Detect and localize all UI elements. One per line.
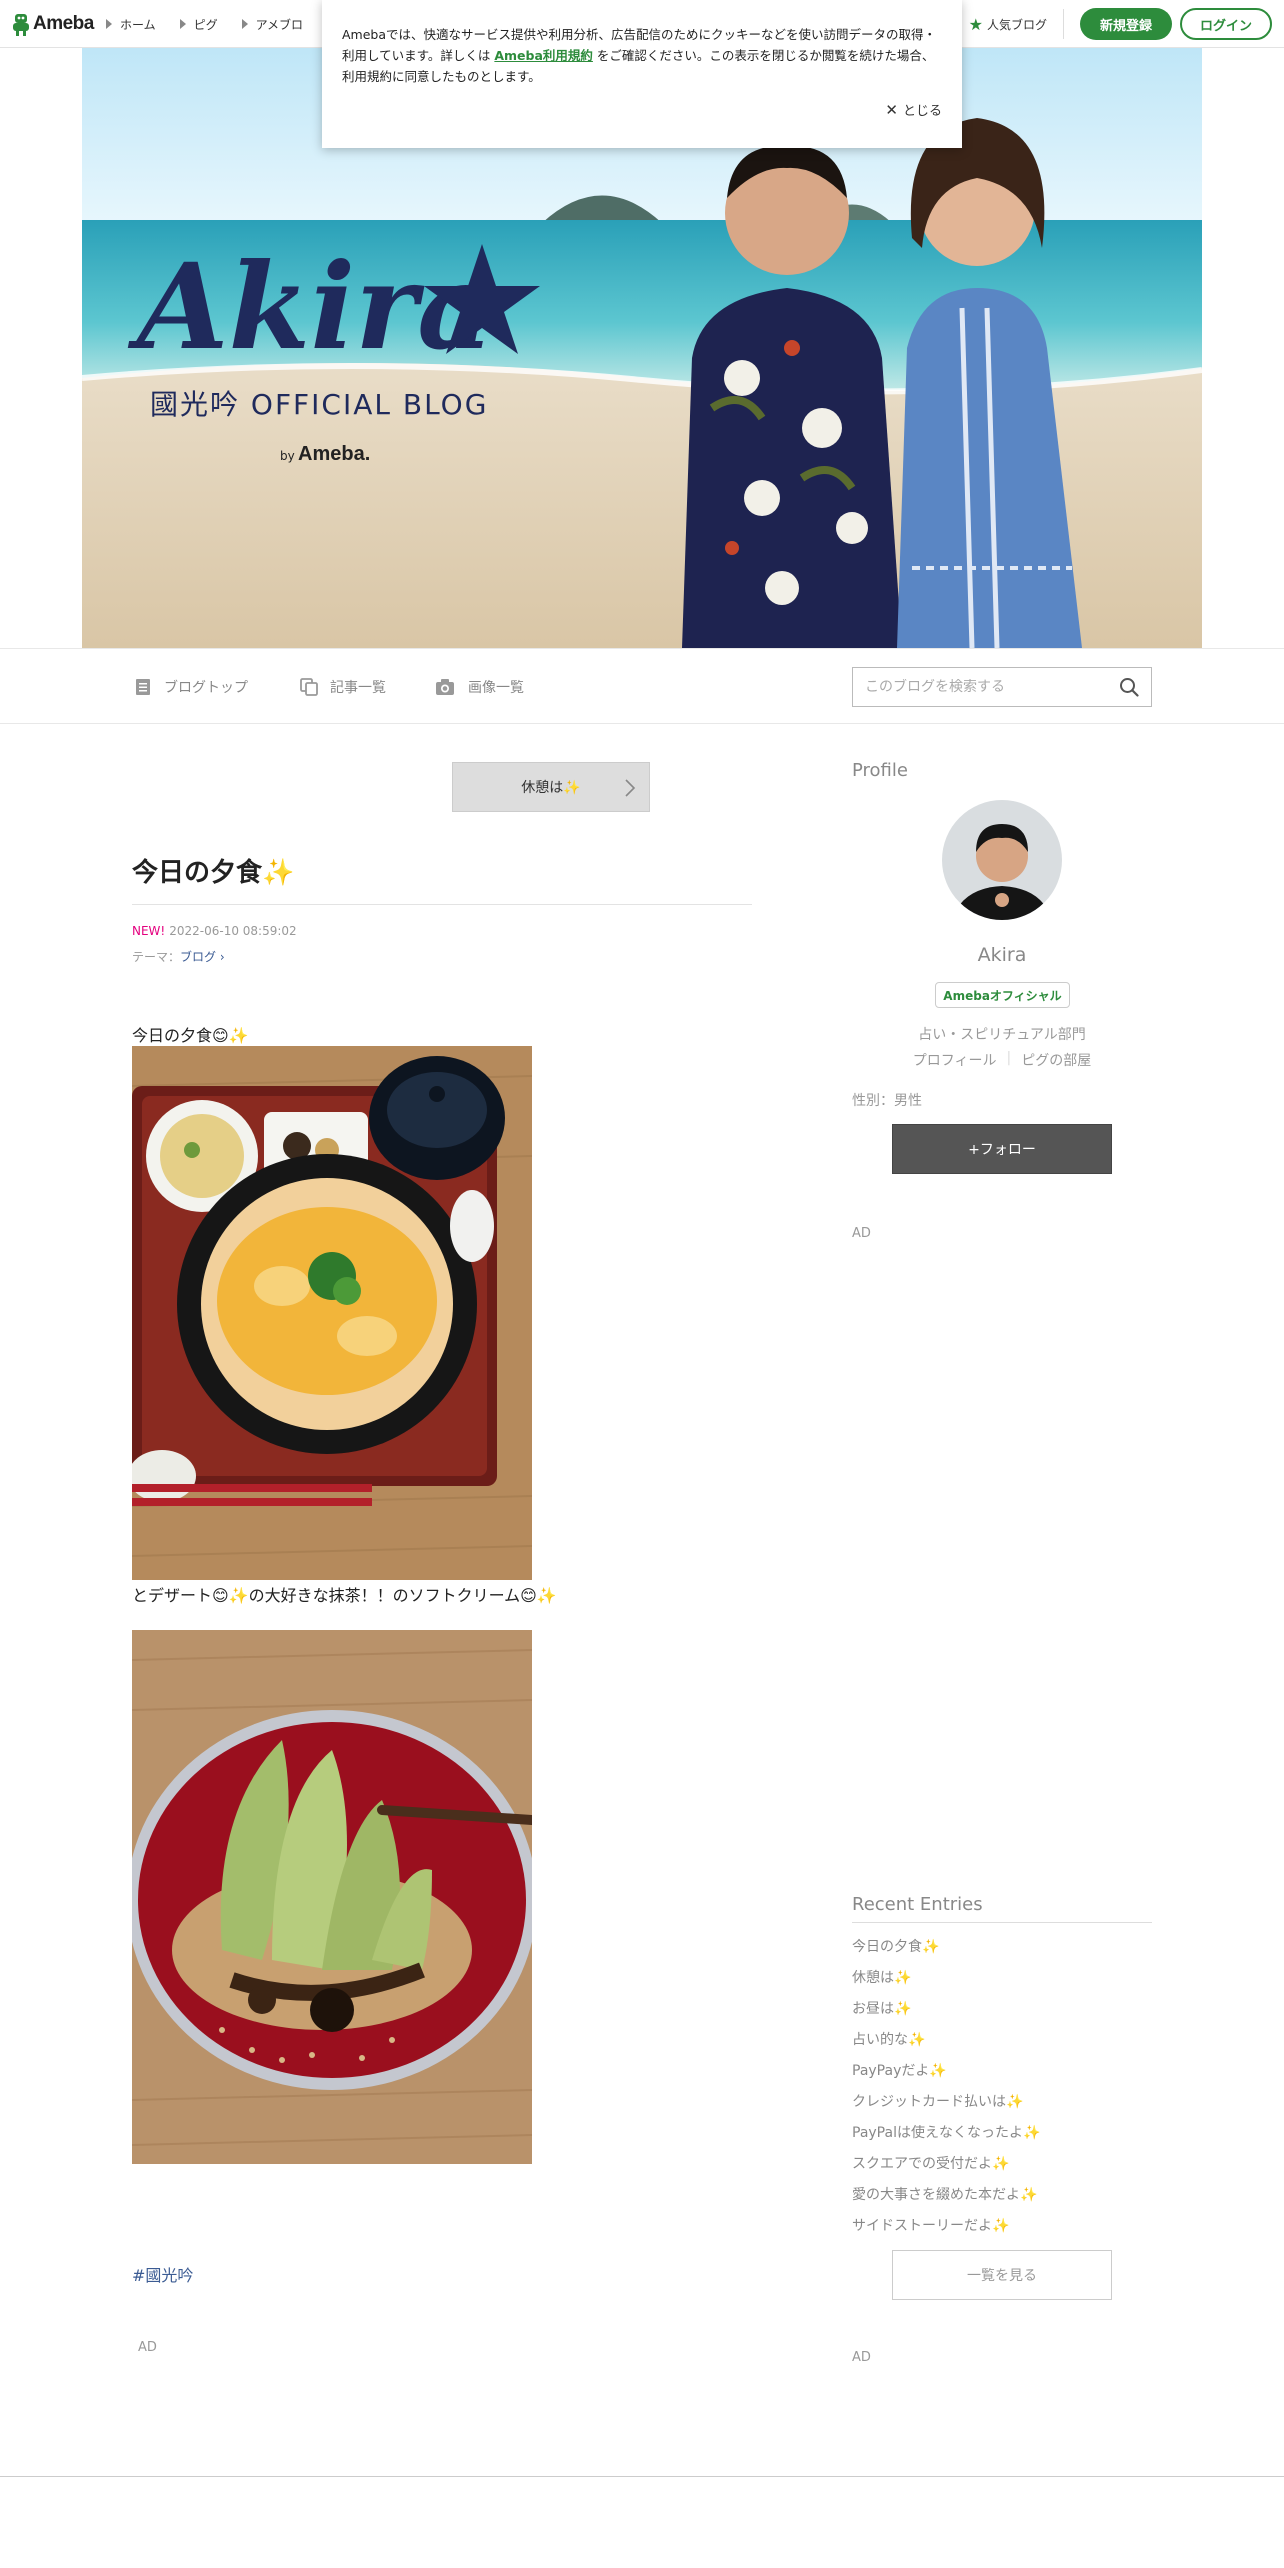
footer-divider <box>0 2476 1284 2477</box>
document-icon <box>136 679 150 695</box>
nav-entries[interactable]: 記事一覧 <box>300 649 386 725</box>
pig-room-link[interactable]: ピグの部屋 <box>1021 1050 1091 1070</box>
logo-text: Ameba <box>33 13 94 34</box>
article-line-2: とデザート😊✨の大好きな抹茶！！のソフトクリーム😊✨ <box>132 1586 557 1605</box>
camera-icon <box>436 679 454 695</box>
ameba-logo[interactable]: Ameba <box>12 12 94 36</box>
profile-category[interactable]: 占い・スピリチュアル部門 <box>852 1024 1152 1044</box>
nav-home-label: ホーム <box>120 17 156 32</box>
search-icon[interactable] <box>1119 677 1139 697</box>
popular-blog-link[interactable]: ★ 人気ブログ <box>969 9 1064 39</box>
new-badge: NEW! <box>132 924 166 938</box>
header-actions: ★ 人気ブログ 新規登録 ログイン <box>969 0 1272 48</box>
nav-home[interactable]: ホーム <box>106 16 156 33</box>
triangle-right-icon <box>106 19 112 29</box>
title-divider <box>132 904 752 905</box>
blog-nav: ブログトップ 記事一覧 画像一覧 <box>0 648 1284 724</box>
theme-link[interactable]: ブログ <box>180 950 216 964</box>
dessert-image <box>132 1630 532 2164</box>
recent-divider <box>852 1922 1152 1923</box>
profile-gender: 性別：男性 <box>852 1093 922 1109</box>
recent-entry[interactable]: 占い的な✨ <box>852 2029 1152 2060</box>
banner-by: by <box>280 449 295 463</box>
article-theme: テーマ：ブログ › <box>132 948 225 965</box>
global-nav: ホーム ピグ アメブロ <box>106 0 327 48</box>
profile-link[interactable]: プロフィール <box>913 1050 997 1070</box>
recent-entry[interactable]: PayPalは使えなくなったよ✨ <box>852 2122 1152 2153</box>
recent-entry[interactable]: 今日の夕食✨ <box>852 1936 1152 1967</box>
dinner-photo[interactable] <box>132 1046 532 1580</box>
terms-link[interactable]: Ameba利用規約 <box>494 48 593 63</box>
recent-entries-heading: Recent Entries <box>852 1894 983 1915</box>
profile-links: プロフィール | ピグの部屋 <box>852 1050 1152 1070</box>
recent-entry[interactable]: PayPayだよ✨ <box>852 2060 1152 2091</box>
star-icon: ★ <box>968 14 983 34</box>
popular-blog-label: 人気ブログ <box>986 17 1047 32</box>
nav-pigg[interactable]: ピグ <box>179 16 218 33</box>
article-line-1: 今日の夕食😊✨ <box>132 1026 249 1045</box>
nav-images-label: 画像一覧 <box>468 680 524 696</box>
nav-blog-top-label: ブログトップ <box>164 680 248 696</box>
cookie-text: Amebaでは、快適なサービス提供や利用分析、広告配信のためにクッキーなどを使い… <box>342 24 942 87</box>
hashtag-link[interactable]: #國光吟 <box>132 2262 193 2286</box>
blog-search-input[interactable] <box>865 679 1119 695</box>
triangle-right-icon <box>179 19 186 29</box>
banner-subtitle: 國光吟 OFFICIAL BLOG <box>150 388 488 421</box>
copy-icon <box>300 678 318 696</box>
signup-button[interactable]: 新規登録 <box>1080 8 1172 40</box>
recent-entry[interactable]: お昼は✨ <box>852 1998 1152 2029</box>
nav-ameblo[interactable]: アメブロ <box>241 16 304 33</box>
link-separator: | <box>1006 1050 1012 1066</box>
profile-name[interactable]: Akira <box>852 944 1152 966</box>
ad-label: AD <box>138 2340 157 2355</box>
banner-by-brand: Ameba. <box>298 443 370 465</box>
nav-blog-top[interactable]: ブログトップ <box>134 649 248 725</box>
sidebar-ad-label: AD <box>852 1226 871 1241</box>
close-icon: ✕ <box>885 100 898 119</box>
cookie-notice: Amebaでは、快適なサービス提供や利用分析、広告配信のためにクッキーなどを使い… <box>322 0 962 148</box>
prev-entry-button[interactable]: 休憩は✨ <box>452 762 650 812</box>
chevron-right-icon: › <box>216 950 225 964</box>
recent-entry[interactable]: 愛の大事さを綴めた本だよ✨ <box>852 2184 1152 2215</box>
theme-prefix: テーマ： <box>132 950 181 964</box>
triangle-right-icon <box>241 19 248 29</box>
cookie-close-label: とじる <box>902 104 942 119</box>
see-all-entries-button[interactable]: 一覧を見る <box>892 2250 1112 2300</box>
nav-ameblo-label: アメブロ <box>255 17 304 32</box>
article-date: 2022-06-10 08:59:02 <box>169 924 297 938</box>
article-title: 今日の夕食✨ <box>132 858 295 888</box>
recent-entry[interactable]: スクエアでの受付だよ✨ <box>852 2153 1152 2184</box>
recent-entry[interactable]: サイドストーリーだよ✨ <box>852 2215 1152 2246</box>
sidebar-ad-label-2: AD <box>852 2350 871 2365</box>
recent-entry[interactable]: クレジットカード払いは✨ <box>852 2091 1152 2122</box>
avatar-image <box>942 800 1062 920</box>
banner-script-title: Akira <box>127 237 494 376</box>
dinner-image <box>132 1046 532 1580</box>
prev-entry-label: 休憩は✨ <box>521 780 581 796</box>
recent-entry[interactable]: 休憩は✨ <box>852 1967 1152 1998</box>
profile-heading: Profile <box>852 760 908 781</box>
nav-images[interactable]: 画像一覧 <box>434 649 524 725</box>
chevron-right-icon <box>625 779 636 797</box>
follow-button[interactable]: +フォロー <box>892 1124 1112 1174</box>
avatar[interactable] <box>942 800 1062 920</box>
nav-entries-label: 記事一覧 <box>330 680 386 696</box>
cookie-close-button[interactable]: ✕ とじる <box>885 100 942 120</box>
nav-pigg-label: ピグ <box>193 17 218 32</box>
recent-entries-list: 今日の夕食✨ 休憩は✨ お昼は✨ 占い的な✨ PayPayだよ✨ クレジットカー… <box>852 1936 1152 2246</box>
official-badge[interactable]: Amebaオフィシャル <box>935 982 1070 1008</box>
dessert-photo[interactable] <box>132 1630 532 2164</box>
article-meta: NEW! 2022-06-10 08:59:02 <box>132 924 297 938</box>
ameba-mascot-icon <box>13 14 29 36</box>
login-button[interactable]: ログイン <box>1180 8 1272 40</box>
blog-search-box <box>852 667 1152 707</box>
